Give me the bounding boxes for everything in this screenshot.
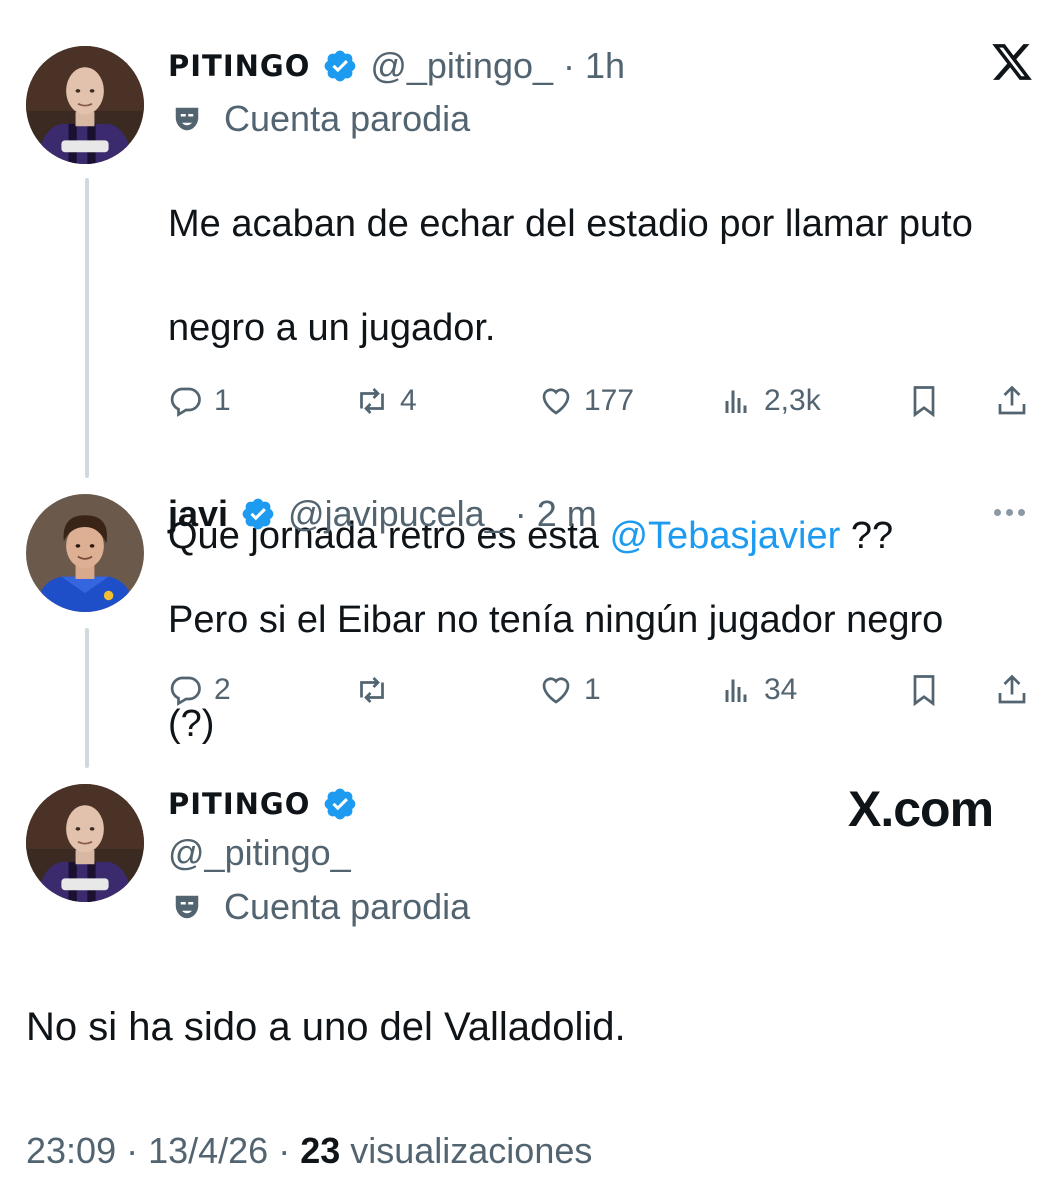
- tweet1-line2: negro a un jugador.: [168, 307, 496, 349]
- parody-mask-icon: [172, 104, 202, 134]
- thread-line: [85, 628, 89, 768]
- views-count: 34: [764, 673, 798, 706]
- thread-line: [85, 178, 89, 478]
- like-button[interactable]: 1: [538, 665, 601, 715]
- x-com-watermark: X.com: [848, 781, 994, 837]
- repost-button[interactable]: [354, 665, 400, 715]
- repost-button[interactable]: 4: [354, 376, 417, 426]
- tweet2-line1: Pero si el Eibar no tenía ningún jugador…: [168, 599, 944, 641]
- parody-label: Cuenta parodia: [224, 98, 471, 139]
- repost-count: 4: [400, 384, 417, 417]
- verified-badge-icon: [322, 48, 358, 84]
- bookmark-icon: [913, 675, 935, 707]
- reply-button[interactable]: 2: [168, 665, 231, 715]
- tweet3-header: PITINGO: [168, 782, 370, 826]
- like-button[interactable]: 177: [538, 376, 634, 426]
- views-icon: [725, 390, 747, 413]
- x-logo-icon: [990, 40, 1034, 84]
- like-count: 177: [584, 384, 635, 417]
- reply-icon: [170, 387, 201, 417]
- tweet3-text: No si ha sido a uno del Valladolid.: [26, 1005, 626, 1049]
- share-button[interactable]: [994, 376, 1030, 426]
- parody-mask-icon: [172, 892, 202, 922]
- views-label: visualizaciones: [340, 1130, 593, 1171]
- reply-icon: [170, 676, 201, 706]
- views-button[interactable]: 2,3k: [718, 376, 821, 426]
- views-count: 23: [300, 1130, 341, 1171]
- display-name[interactable]: javi: [168, 493, 228, 535]
- timestamp[interactable]: 23:09 · 13/4/26 ·: [26, 1130, 300, 1171]
- tweet1-line1: Me acaban de echar del estadio por llama…: [168, 203, 973, 245]
- more-icon[interactable]: [994, 509, 1025, 516]
- tweet2-header: javi @javipucela_ · 2 m: [168, 492, 597, 536]
- parody-label: Cuenta parodia: [224, 886, 471, 927]
- display-name[interactable]: PITINGO: [168, 49, 310, 83]
- share-icon: [998, 385, 1026, 415]
- reply-button[interactable]: 1: [168, 376, 231, 426]
- like-count: 1: [584, 673, 601, 706]
- reply-count: 2: [214, 673, 231, 706]
- tweet1-header: PITINGO @_pitingo_ · 1h: [168, 44, 625, 88]
- views-icon: [725, 679, 747, 702]
- handle-and-time[interactable]: @javipucela_ · 2 m: [288, 493, 597, 535]
- tweet1-actions: 1 4 177 2,3k: [168, 376, 1038, 426]
- handle[interactable]: @_pitingo_: [168, 832, 351, 874]
- like-icon: [542, 677, 570, 704]
- verified-badge-icon: [322, 786, 358, 822]
- share-button[interactable]: [994, 665, 1030, 715]
- bookmark-button[interactable]: [906, 376, 942, 426]
- verified-badge-icon: [240, 496, 276, 532]
- display-name[interactable]: PITINGO: [168, 787, 310, 821]
- bookmark-icon: [913, 386, 935, 418]
- handle-and-time[interactable]: @_pitingo_ · 1h: [370, 45, 625, 87]
- reply-count: 1: [214, 384, 231, 417]
- parody-label-row: Cuenta parodia: [172, 885, 470, 929]
- tweet-metadata: 23:09 · 13/4/26 · 23 visualizaciones: [26, 1130, 592, 1172]
- avatar-pitingo[interactable]: [26, 46, 144, 164]
- views-button[interactable]: 34: [718, 665, 797, 715]
- like-icon: [542, 388, 570, 415]
- avatar-javi[interactable]: [26, 494, 144, 612]
- repost-icon: [360, 388, 384, 414]
- tweet2-actions: 2 1 34: [168, 665, 1038, 715]
- avatar-pitingo[interactable]: [26, 784, 144, 902]
- repost-icon: [360, 677, 384, 703]
- share-icon: [998, 674, 1026, 704]
- parody-label-row: Cuenta parodia: [172, 97, 470, 141]
- views-count: 2,3k: [764, 384, 821, 417]
- bookmark-button[interactable]: [906, 665, 942, 715]
